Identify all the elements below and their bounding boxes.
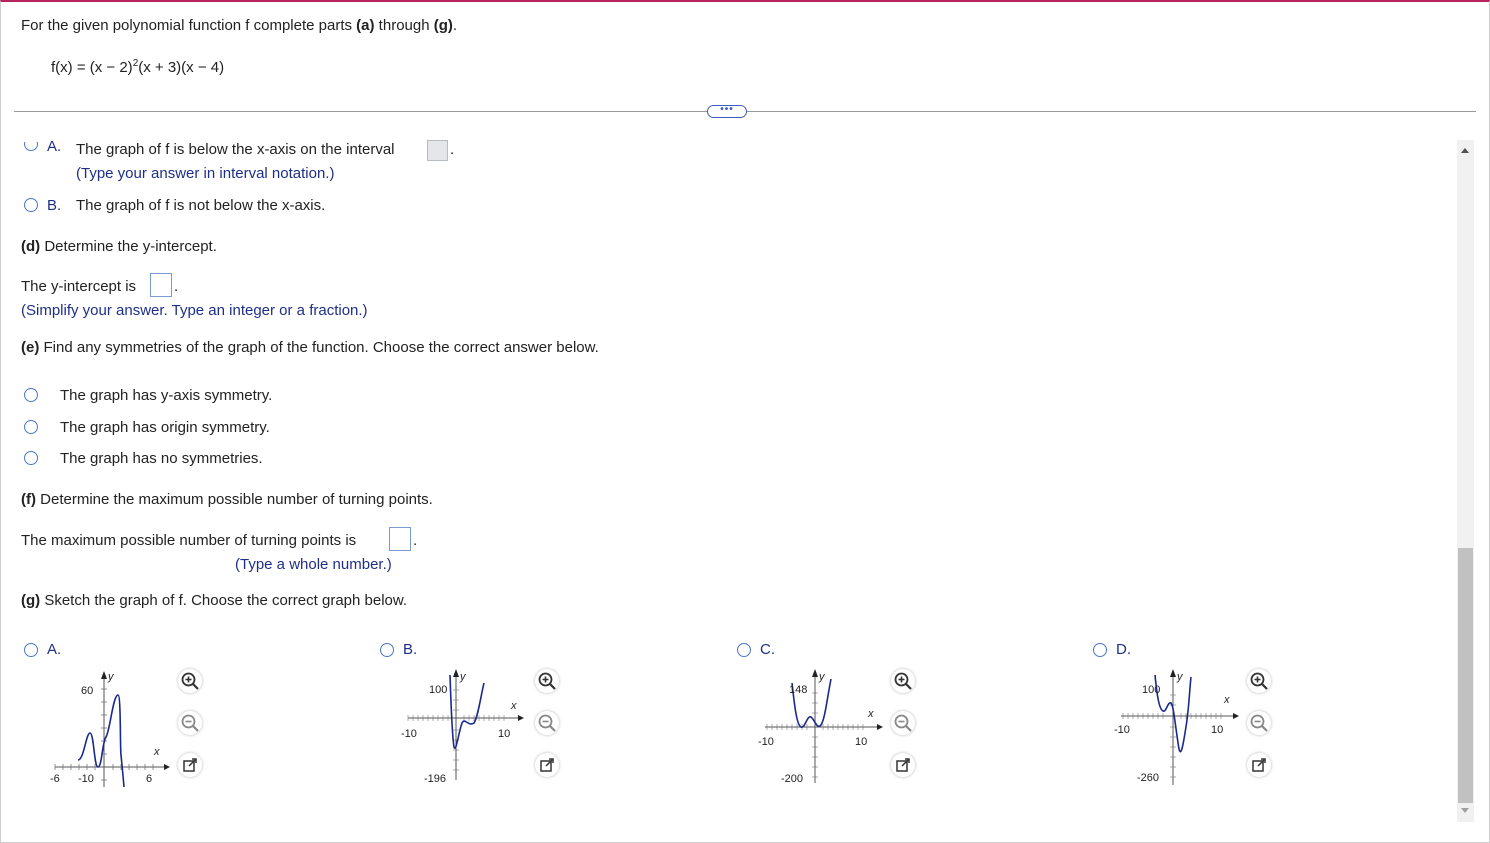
x-max-label: 10 bbox=[855, 736, 867, 748]
y-min-label: -196 bbox=[424, 773, 446, 785]
y-axis-label: y bbox=[818, 671, 826, 683]
zoom-in-button[interactable] bbox=[1247, 669, 1271, 693]
x-max-label: 10 bbox=[498, 728, 510, 740]
y-axis-label: y bbox=[1176, 671, 1184, 683]
symmetry-option-text: The graph has y-axis symmetry. bbox=[60, 387, 273, 404]
part-d-hint: (Simplify your answer. Type an integer o… bbox=[21, 302, 368, 319]
option-letter: B. bbox=[47, 197, 62, 214]
period: . bbox=[450, 141, 455, 158]
zoom-out-icon bbox=[1250, 714, 1268, 732]
y-min-label: -200 bbox=[781, 773, 803, 785]
scroll-down-icon[interactable] bbox=[1461, 808, 1469, 813]
part-e-heading: (e) Find any symmetries of the graph of … bbox=[21, 339, 599, 356]
radio-graph-d[interactable] bbox=[1093, 643, 1107, 657]
part-c-hint: (Type your answer in interval notation.) bbox=[76, 165, 335, 182]
popout-button[interactable] bbox=[535, 753, 559, 777]
x-axis-label: x bbox=[1223, 694, 1230, 706]
x-min-label: -10 bbox=[401, 728, 417, 740]
scroll-up-icon[interactable] bbox=[1461, 148, 1469, 153]
radio-graph-c[interactable] bbox=[737, 643, 751, 657]
y-max-label: 100 bbox=[429, 684, 447, 696]
y-intercept-input[interactable] bbox=[150, 273, 172, 297]
y-max-label: 148 bbox=[789, 684, 807, 696]
part-c-option-a-text: The graph of f is below the x-axis on th… bbox=[76, 141, 395, 158]
popout-button[interactable] bbox=[1247, 753, 1271, 777]
ellipsis-icon: ••• bbox=[720, 104, 734, 115]
graph-a: 60 y x -6 -10 6 bbox=[40, 665, 180, 794]
x-min-label: -10 bbox=[1114, 724, 1130, 736]
y-axis-label: y bbox=[459, 671, 467, 683]
option-letter: A. bbox=[47, 138, 62, 155]
part-d-heading: (d) Determine the y-intercept. bbox=[21, 238, 217, 255]
zoom-out-button[interactable] bbox=[178, 711, 202, 735]
zoom-out-button[interactable] bbox=[1247, 711, 1271, 735]
graph-d: 100 y x -10 10 -260 bbox=[1111, 665, 1251, 794]
zoom-out-button[interactable] bbox=[891, 711, 915, 735]
zoom-in-button[interactable] bbox=[891, 669, 915, 693]
option-letter: B. bbox=[403, 641, 418, 658]
x-axis-label: x bbox=[510, 700, 517, 712]
radio-y-axis-symmetry[interactable] bbox=[24, 388, 38, 402]
intro-text: For the given polynomial function f comp… bbox=[21, 17, 458, 34]
radio-no-symmetry[interactable] bbox=[24, 451, 38, 465]
symmetry-option-text: The graph has no symmetries. bbox=[60, 450, 263, 467]
interval-answer-input[interactable] bbox=[427, 140, 448, 161]
zoom-out-icon bbox=[538, 714, 556, 732]
graph-b: 100 y x -10 10 -196 bbox=[398, 665, 538, 794]
part-c-option-b-text: The graph of f is not below the x-axis. bbox=[76, 197, 326, 214]
y-min-label: -260 bbox=[1137, 772, 1159, 784]
part-f-text: The maximum possible number of turning p… bbox=[21, 532, 357, 549]
radio-graph-b[interactable] bbox=[380, 643, 394, 657]
x-max-label: 10 bbox=[1211, 724, 1223, 736]
zoom-in-icon bbox=[894, 672, 912, 690]
x-axis-label: x bbox=[153, 746, 160, 758]
y-max-label: 100 bbox=[1142, 684, 1160, 696]
zoom-in-icon bbox=[538, 672, 556, 690]
radio-origin-symmetry[interactable] bbox=[24, 420, 38, 434]
part-g-heading: (g) Sketch the graph of f. Choose the co… bbox=[21, 592, 408, 609]
external-link-icon bbox=[896, 758, 910, 772]
x-max-label: 6 bbox=[146, 773, 152, 785]
external-link-icon bbox=[540, 758, 554, 772]
option-letter: D. bbox=[1116, 641, 1131, 658]
part-f-hint: (Type a whole number.) bbox=[235, 556, 392, 573]
x-axis-label: x bbox=[867, 708, 874, 720]
x-min-label: -6 bbox=[50, 773, 60, 785]
part-d-text: The y-intercept is bbox=[21, 278, 137, 295]
function-expression: f(x) = (x − 2)2(x + 3)(x − 4) bbox=[51, 58, 225, 76]
zoom-out-button[interactable] bbox=[535, 711, 559, 735]
graph-c: 148 y x -10 10 -200 bbox=[755, 665, 895, 794]
expand-button[interactable]: ••• bbox=[707, 105, 747, 118]
zoom-in-button[interactable] bbox=[178, 669, 202, 693]
option-letter: C. bbox=[760, 641, 775, 658]
popout-button[interactable] bbox=[178, 753, 202, 777]
zoom-out-icon bbox=[181, 714, 199, 732]
external-link-icon bbox=[183, 758, 197, 772]
zoom-out-icon bbox=[894, 714, 912, 732]
zoom-in-icon bbox=[181, 672, 199, 690]
zoom-in-icon bbox=[1250, 672, 1268, 690]
zoom-in-button[interactable] bbox=[535, 669, 559, 693]
part-f-heading: (f) Determine the maximum possible numbe… bbox=[21, 491, 433, 508]
symmetry-option-text: The graph has origin symmetry. bbox=[60, 419, 270, 436]
x-min-label: -10 bbox=[758, 736, 774, 748]
radio-graph-a[interactable] bbox=[24, 643, 38, 657]
radio-c-option-b[interactable] bbox=[24, 198, 38, 212]
period: . bbox=[174, 278, 179, 295]
option-letter: A. bbox=[47, 641, 62, 658]
external-link-icon bbox=[1252, 758, 1266, 772]
scrollbar-thumb[interactable] bbox=[1458, 548, 1473, 803]
y-axis-label: y bbox=[107, 671, 115, 683]
period: . bbox=[413, 532, 418, 549]
popout-button[interactable] bbox=[891, 753, 915, 777]
y-min-label: -10 bbox=[78, 773, 94, 785]
y-max-label: 60 bbox=[81, 685, 93, 697]
turning-points-input[interactable] bbox=[389, 527, 411, 551]
